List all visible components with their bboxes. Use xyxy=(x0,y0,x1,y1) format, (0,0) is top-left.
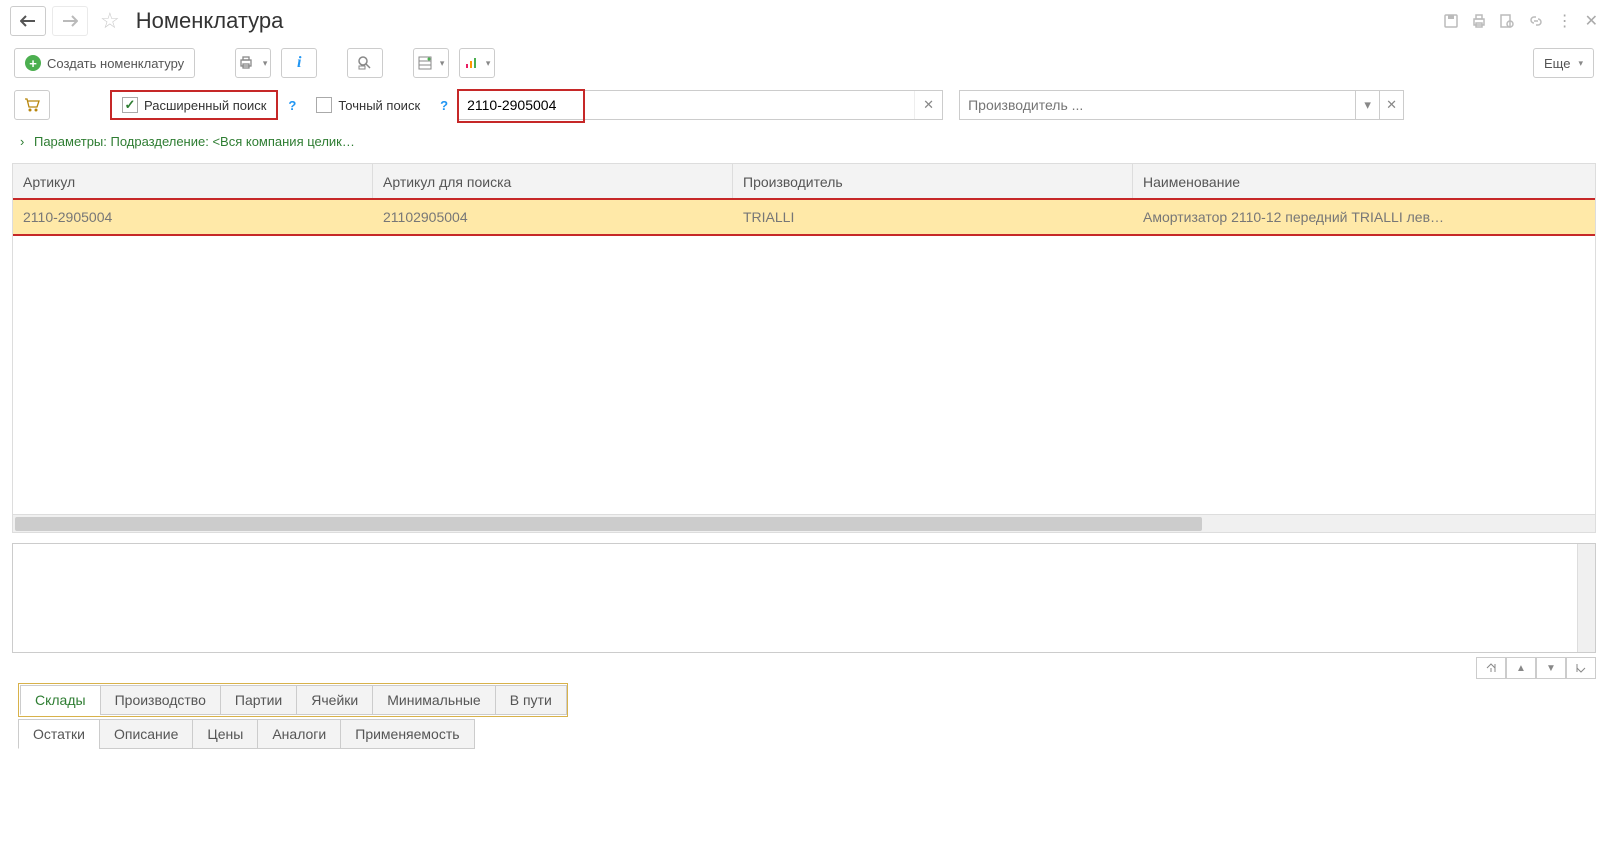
header-manufacturer[interactable]: Производитель xyxy=(733,164,1133,199)
help-extended-search-icon[interactable]: ? xyxy=(288,98,296,113)
more-menu-icon[interactable]: ⋮ xyxy=(1557,11,1573,31)
print-dropdown-button[interactable]: ▾ xyxy=(235,48,271,78)
detail-panel xyxy=(12,543,1596,653)
extended-search-checkbox-wrap[interactable]: Расширенный поиск xyxy=(110,90,278,120)
tab-applicability[interactable]: Применяемость xyxy=(340,719,474,749)
manufacturer-clear-button[interactable]: ✕ xyxy=(1379,91,1403,119)
tab-analogs[interactable]: Аналоги xyxy=(257,719,341,749)
cell-name: Амортизатор 2110-12 передний TRIALLI лев… xyxy=(1133,200,1595,234)
save-icon[interactable] xyxy=(1443,11,1459,31)
first-record-button[interactable] xyxy=(1476,657,1506,679)
header-name[interactable]: Наименование xyxy=(1133,164,1595,199)
clear-search-button[interactable]: ✕ xyxy=(914,91,942,119)
create-nomenclature-button[interactable]: + Создать номенклатуру xyxy=(14,48,195,78)
cell-manufacturer: TRIALLI xyxy=(733,200,1133,234)
forward-button[interactable] xyxy=(52,6,88,36)
parameters-link[interactable]: › Параметры: Подразделение: <Вся компани… xyxy=(0,126,1608,157)
titlebar: ☆ Номенклатура ⋮ ✕ xyxy=(0,0,1608,42)
tab-prices[interactable]: Цены xyxy=(192,719,258,749)
favorite-star-icon[interactable]: ☆ xyxy=(100,8,120,34)
detail-tabs-upper: Склады Производство Партии Ячейки Минима… xyxy=(18,683,568,717)
titlebar-actions: ⋮ ✕ xyxy=(1443,11,1598,31)
basket-button[interactable] xyxy=(14,90,50,120)
tab-minimal[interactable]: Минимальные xyxy=(372,685,496,715)
table-header: Артикул Артикул для поиска Производитель… xyxy=(13,164,1595,200)
last-record-button[interactable] xyxy=(1566,657,1596,679)
horizontal-scrollbar[interactable] xyxy=(13,514,1595,532)
chevron-right-icon: › xyxy=(20,134,24,149)
manufacturer-combo: ▾ ✕ xyxy=(959,90,1404,120)
more-button[interactable]: Еще ▾ xyxy=(1533,48,1594,78)
next-record-button[interactable]: ▼ xyxy=(1536,657,1566,679)
filter-row: Расширенный поиск ? Точный поиск ? ✕ ▾ ✕ xyxy=(0,84,1608,126)
print-icon[interactable] xyxy=(1471,11,1487,31)
search-input-wrap: ✕ xyxy=(458,90,943,120)
search-input[interactable] xyxy=(459,91,914,119)
more-label: Еще xyxy=(1544,56,1570,71)
detail-tabs-lower: Остатки Описание Цены Аналоги Применяемо… xyxy=(0,717,1608,749)
exact-search-checkbox-wrap[interactable]: Точный поиск xyxy=(306,90,430,120)
manufacturer-dropdown-button[interactable]: ▾ xyxy=(1355,91,1379,119)
manufacturer-input[interactable] xyxy=(960,91,1355,119)
extended-search-label: Расширенный поиск xyxy=(144,98,266,113)
info-button[interactable]: i xyxy=(281,48,317,78)
header-article[interactable]: Артикул xyxy=(13,164,373,199)
parameters-text: Параметры: Подразделение: <Вся компания … xyxy=(34,134,355,149)
exact-search-label: Точный поиск xyxy=(338,98,420,113)
create-label: Создать номенклатуру xyxy=(47,56,184,71)
list-settings-button[interactable]: ▾ xyxy=(413,48,449,78)
extended-search-checkbox[interactable] xyxy=(122,97,138,113)
cell-article: 2110-2905004 xyxy=(13,200,373,234)
header-search-article[interactable]: Артикул для поиска xyxy=(373,164,733,199)
close-icon[interactable]: ✕ xyxy=(1585,11,1598,31)
record-nav-arrows: ▲ ▼ xyxy=(0,653,1608,683)
results-table: Артикул Артикул для поиска Производитель… xyxy=(12,163,1596,533)
prev-record-button[interactable]: ▲ xyxy=(1506,657,1536,679)
cell-search-article: 21102905004 xyxy=(373,200,733,234)
tab-in-transit[interactable]: В пути xyxy=(495,685,567,715)
help-exact-search-icon[interactable]: ? xyxy=(440,98,448,113)
tab-description[interactable]: Описание xyxy=(99,719,193,749)
tab-cells[interactable]: Ячейки xyxy=(296,685,373,715)
tab-warehouses[interactable]: Склады xyxy=(20,685,101,715)
chart-button[interactable]: ▾ xyxy=(459,48,495,78)
preview-icon[interactable] xyxy=(1499,11,1515,31)
plus-icon: + xyxy=(25,55,41,71)
table-row[interactable]: 2110-2905004 21102905004 TRIALLI Амортиз… xyxy=(13,200,1595,234)
toolbar: + Создать номенклатуру ▾ i ▾ ▾ Еще ▾ xyxy=(0,42,1608,84)
back-button[interactable] xyxy=(10,6,46,36)
page-title: Номенклатура xyxy=(136,8,284,34)
search-mode-button[interactable] xyxy=(347,48,383,78)
exact-search-checkbox[interactable] xyxy=(316,97,332,113)
link-icon[interactable] xyxy=(1527,11,1545,31)
vertical-scrollbar[interactable] xyxy=(1577,544,1595,652)
tab-batches[interactable]: Партии xyxy=(220,685,297,715)
scrollbar-thumb[interactable] xyxy=(15,517,1202,531)
tab-production[interactable]: Производство xyxy=(100,685,221,715)
tab-balances[interactable]: Остатки xyxy=(18,719,100,749)
